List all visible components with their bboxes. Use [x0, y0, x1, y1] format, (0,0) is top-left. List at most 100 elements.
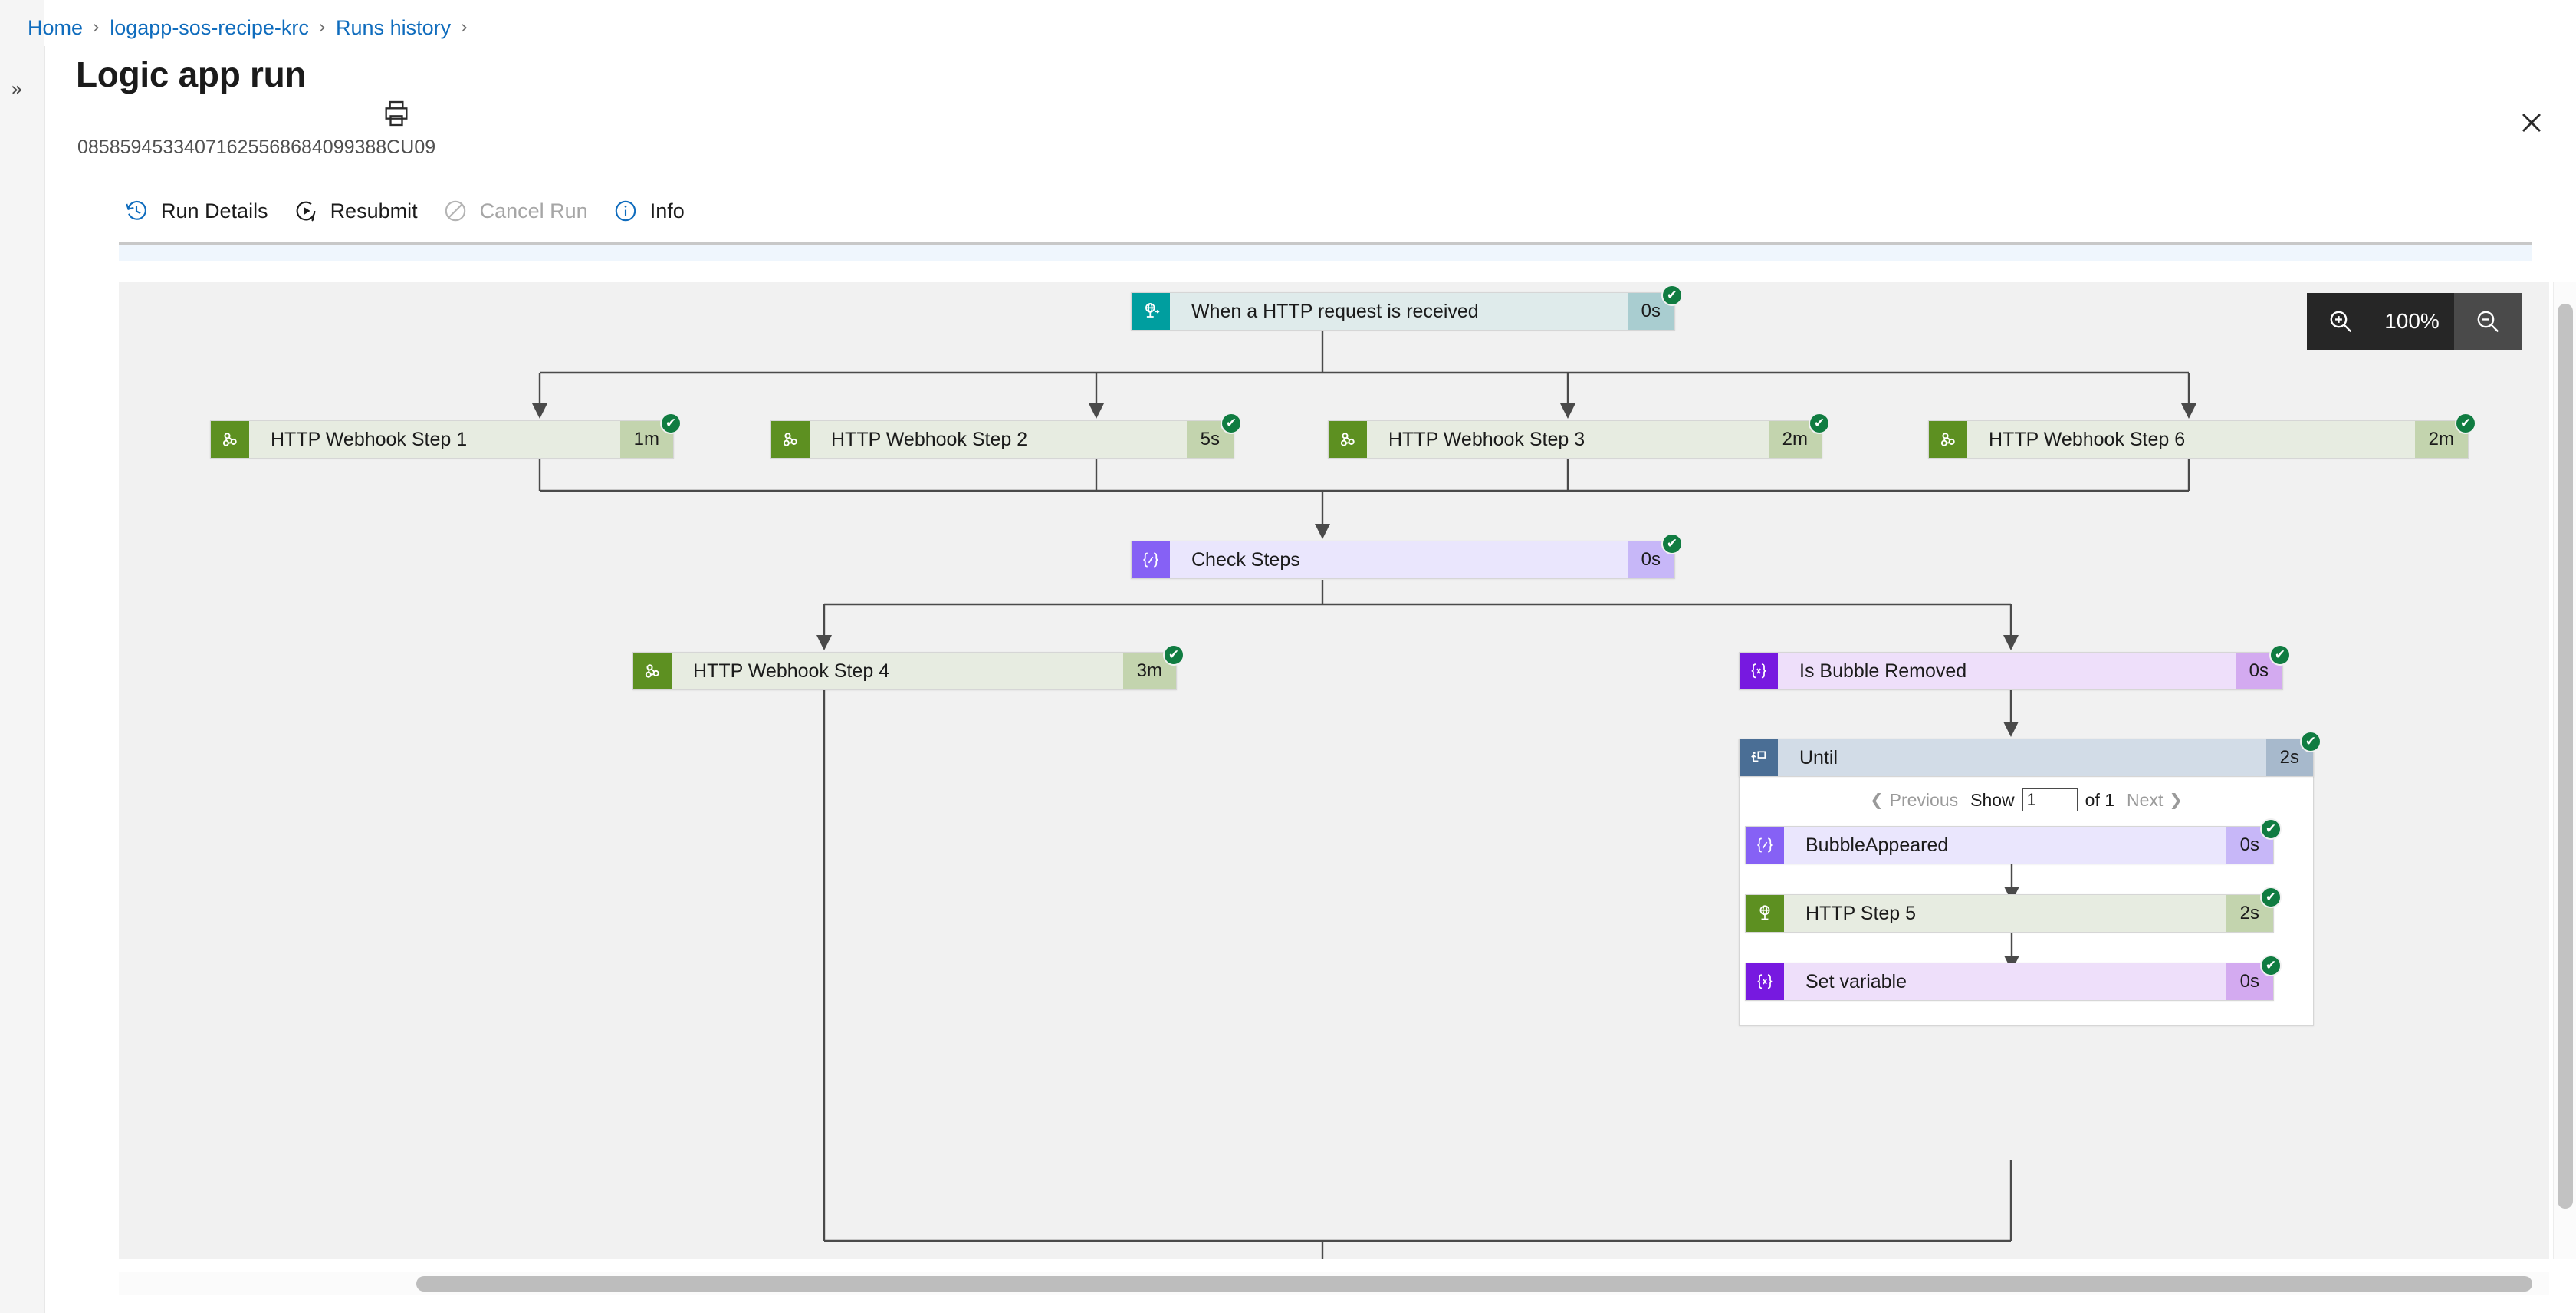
breadcrumb: Home › logapp-sos-recipe-krc › Runs hist…: [28, 12, 478, 43]
status-badge-succeeded: ✔: [2260, 955, 2282, 976]
node-title: Set variable: [1806, 970, 1907, 992]
workflow-node-bubble-appeared[interactable]: BubbleAppeared 0s ✔: [1745, 818, 2282, 864]
node-body: BubbleAppeared: [1784, 827, 2226, 864]
cancel-run-label: Cancel Run: [479, 199, 588, 222]
vertical-scrollbar-thumb[interactable]: [2558, 304, 2573, 1209]
print-icon[interactable]: [381, 98, 412, 129]
node-title: Is Bubble Removed: [1799, 660, 1967, 682]
node-body: HTTP Webhook Step 3: [1367, 421, 1769, 458]
chevron-left-icon: ❮: [1870, 791, 1884, 809]
status-badge-succeeded: ✔: [660, 413, 682, 434]
node-body: Is Bubble Removed: [1778, 653, 2236, 689]
chevron-right-icon: ❯: [2169, 791, 2183, 809]
info-button[interactable]: Info: [608, 187, 705, 235]
pager-of-label: of 1: [2085, 789, 2115, 810]
node-body: HTTP Webhook Step 1: [249, 421, 620, 458]
http-webhook-icon: [211, 421, 249, 458]
pager-next-label: Next: [2127, 789, 2164, 810]
workflow-node-until[interactable]: Until 2s ✔: [1739, 731, 2321, 777]
resubmit-label: Resubmit: [330, 199, 418, 222]
breadcrumb-item-logicapp[interactable]: logapp-sos-recipe-krc: [110, 16, 309, 40]
status-badge-succeeded: ✔: [1661, 533, 1683, 554]
breadcrumb-separator-icon: ›: [461, 18, 468, 38]
resubmit-icon: [291, 196, 320, 225]
page-title: Logic app run: [76, 54, 307, 94]
node-title: HTTP Webhook Step 1: [271, 428, 468, 450]
breadcrumb-separator-icon: ›: [318, 18, 327, 38]
cancel-icon: [441, 196, 470, 225]
canvas-vertical-scrollbar[interactable]: [2553, 282, 2576, 1259]
workflow-node-is-bubble-removed[interactable]: Is Bubble Removed 0s ✔: [1739, 644, 2291, 690]
workflow-canvas[interactable]: When a HTTP request is received 0s ✔ HTT…: [119, 282, 2549, 1259]
node-title: Check Steps: [1191, 548, 1300, 571]
node-title: HTTP Webhook Step 2: [831, 428, 1028, 450]
horizontal-scrollbar-thumb[interactable]: [416, 1276, 2532, 1292]
node-title: HTTP Step 5: [1806, 902, 1917, 924]
status-badge-succeeded: ✔: [2260, 887, 2282, 908]
http-webhook-icon: [633, 653, 672, 689]
pager-previous-button: ❮ Previous: [1865, 790, 1963, 811]
zoom-in-icon[interactable]: [2307, 293, 2374, 350]
pager-previous-label: Previous: [1889, 789, 1959, 810]
breadcrumb-item-runs-history[interactable]: Runs history: [336, 16, 451, 40]
workflow-node-http-webhook-step-6[interactable]: HTTP Webhook Step 6 2m ✔: [1928, 413, 2476, 459]
node-body: When a HTTP request is received: [1170, 293, 1628, 330]
status-badge-succeeded: ✔: [2455, 413, 2476, 434]
workflow-node-check-steps[interactable]: Check Steps 0s ✔: [1131, 533, 1683, 579]
zoom-level-label: 100%: [2384, 309, 2440, 333]
canvas-horizontal-scrollbar[interactable]: [119, 1272, 2549, 1295]
compose-icon: [1132, 541, 1170, 578]
node-title: HTTP Webhook Step 3: [1388, 428, 1585, 450]
node-title: HTTP Webhook Step 4: [693, 660, 890, 682]
info-label: Info: [649, 199, 685, 222]
cancel-run-button: Cancel Run: [438, 187, 608, 235]
until-scope-container: Until 2s ✔ ❮ Previous Show of 1 Next ❯: [1739, 731, 2321, 1026]
close-icon[interactable]: [2515, 106, 2548, 140]
node-body: HTTP Webhook Step 6: [1967, 421, 2415, 458]
http-icon: [1746, 895, 1784, 932]
node-body: HTTP Step 5: [1784, 895, 2226, 932]
status-badge-succeeded: ✔: [1661, 285, 1683, 306]
workflow-node-set-variable[interactable]: Set variable 0s ✔: [1745, 955, 2282, 1001]
run-details-label: Run Details: [161, 199, 268, 222]
http-webhook-icon: [1929, 421, 1967, 458]
breadcrumb-item-home[interactable]: Home: [28, 16, 83, 40]
pager-show-label: Show: [1970, 789, 2015, 810]
status-badge-succeeded: ✔: [1221, 413, 1242, 434]
breadcrumb-separator-icon: ›: [93, 18, 100, 38]
status-badge-succeeded: ✔: [1809, 413, 1830, 434]
zoom-control: 100%: [2307, 293, 2522, 350]
variable-icon: [1740, 653, 1778, 689]
http-webhook-icon: [771, 421, 810, 458]
until-iteration-pager: ❮ Previous Show of 1 Next ❯: [1740, 779, 2313, 821]
workflow-node-http-webhook-step-2[interactable]: HTTP Webhook Step 2 5s ✔: [770, 413, 1242, 459]
history-icon: [122, 196, 151, 225]
resubmit-button[interactable]: Resubmit: [288, 187, 438, 235]
command-bar: Run Details Resubmit Cancel Run Info: [119, 183, 705, 239]
node-title: HTTP Webhook Step 6: [1989, 428, 2186, 450]
run-details-button[interactable]: Run Details: [119, 187, 288, 235]
variable-icon: [1746, 963, 1784, 1000]
workflow-node-http-webhook-step-3[interactable]: HTTP Webhook Step 3 2m ✔: [1328, 413, 1830, 459]
compose-icon: [1746, 827, 1784, 864]
node-title: Until: [1799, 746, 1838, 768]
node-body: HTTP Webhook Step 4: [672, 653, 1123, 689]
chevron-double-right-icon[interactable]: »: [11, 80, 23, 100]
workflow-node-http-webhook-step-4[interactable]: HTTP Webhook Step 4 3m ✔: [632, 644, 1184, 690]
workflow-node-trigger[interactable]: When a HTTP request is received 0s ✔: [1131, 285, 1683, 331]
node-body: Set variable: [1784, 963, 2226, 1000]
http-request-trigger-icon: [1132, 293, 1170, 330]
status-badge-succeeded: ✔: [1163, 644, 1184, 666]
status-badge-succeeded: ✔: [2260, 818, 2282, 840]
info-banner: [119, 242, 2532, 261]
pager-iteration-input[interactable]: [2022, 788, 2078, 811]
status-badge-succeeded: ✔: [2269, 644, 2291, 666]
workflow-node-http-webhook-step-1[interactable]: HTTP Webhook Step 1 1m ✔: [210, 413, 682, 459]
zoom-out-icon[interactable]: [2454, 293, 2522, 350]
left-nav-rail: »: [0, 0, 44, 1313]
until-loop-icon: [1740, 739, 1778, 776]
pager-next-button: Next ❯: [2122, 790, 2187, 811]
workflow-node-http-step-5[interactable]: HTTP Step 5 2s ✔: [1745, 887, 2282, 933]
run-id-text: 08585945334071625568684099388CU09: [77, 137, 436, 158]
info-icon: [611, 196, 640, 225]
